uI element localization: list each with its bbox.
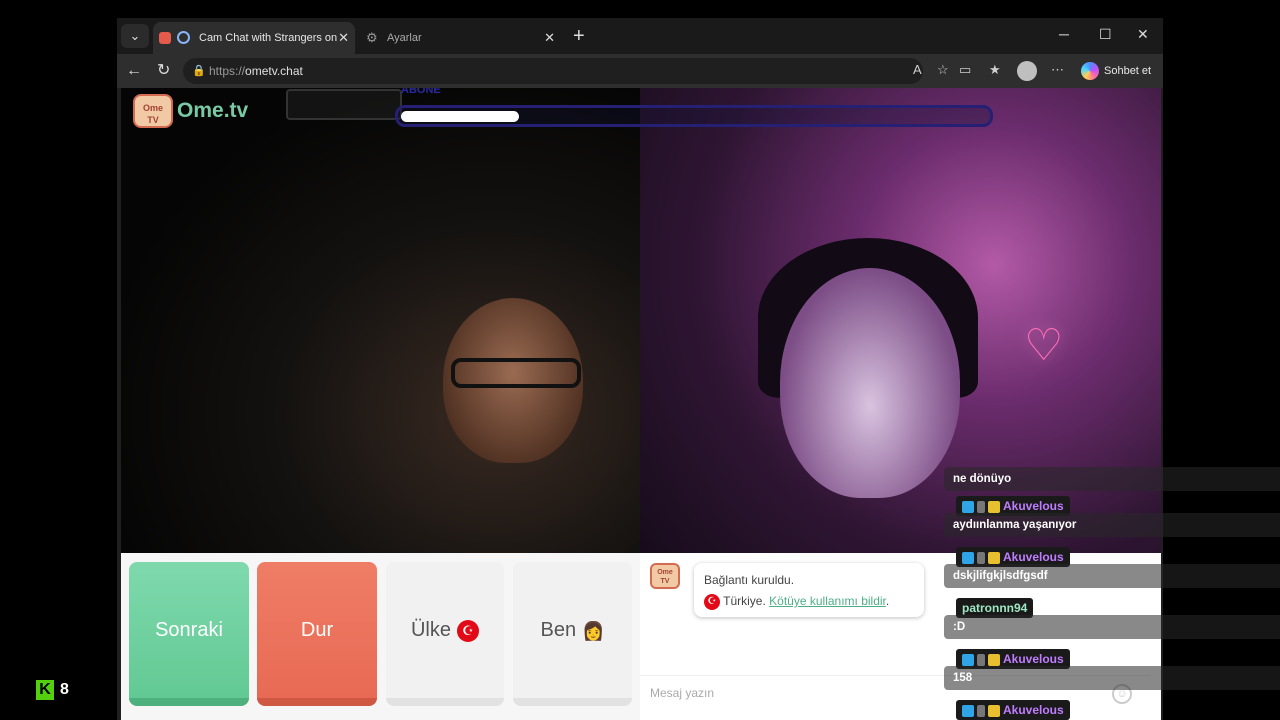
local-camera-video	[121, 88, 640, 553]
tab-actions-button[interactable]: ⌄	[121, 24, 149, 48]
badge-icon	[977, 551, 985, 564]
ometv-favicon-icon	[159, 32, 171, 44]
country-line: ☪ Türkiye. Kötüye kullanımı bildir.	[704, 591, 914, 612]
ometv-chat-icon: Ome TV	[650, 563, 680, 589]
copilot-button[interactable]: Sohbet et	[1081, 62, 1151, 80]
address-bar[interactable]: 🔒 https://ometv.chat	[183, 58, 923, 84]
profile-avatar[interactable]	[1017, 61, 1037, 81]
url-protocol: https://	[209, 64, 246, 78]
me-button[interactable]: Ben 👩	[513, 562, 632, 706]
subscriber-progress-bar	[395, 105, 993, 127]
badge-icon	[962, 551, 974, 564]
tab-ometv[interactable]: Cam Chat with Strangers on O ✕	[153, 22, 355, 54]
message-placeholder: Mesaj yazın	[650, 686, 715, 700]
tab-settings[interactable]: ⚙ Ayarlar ✕	[361, 22, 561, 54]
stop-button[interactable]: Dur	[257, 562, 377, 706]
new-tab-button[interactable]: +	[573, 24, 585, 48]
stream-chat-message: :D	[944, 615, 1280, 639]
tab-bar: ⌄ Cam Chat with Strangers on O ✕ ⚙ Ayarl…	[117, 18, 1163, 54]
country-button[interactable]: Ülke ☪	[386, 562, 504, 706]
crown-icon	[988, 551, 1000, 564]
url-host: ometv.chat	[245, 64, 303, 78]
turkey-flag-icon: ☪	[457, 619, 479, 642]
badge-icon	[977, 500, 985, 513]
reload-button[interactable]: ↻	[157, 60, 170, 82]
woman-emoji-icon: 👩	[582, 620, 605, 641]
copilot-icon	[1081, 62, 1099, 80]
connected-text: Bağlantı kuruldu.	[704, 573, 795, 587]
tab-title: Ayarlar	[387, 32, 422, 44]
favorites-icon[interactable]: ★	[989, 62, 1001, 78]
heart-neon-icon: ♡	[1024, 321, 1064, 370]
gear-icon: ⚙	[366, 30, 378, 45]
kick-counter: K 8	[36, 680, 69, 700]
camera-icon[interactable]: ▭	[959, 62, 971, 78]
subscriber-label: ABONE	[401, 88, 441, 96]
read-aloud-icon[interactable]: A	[913, 62, 922, 77]
badge-icon	[962, 500, 974, 513]
logo-name: Ome.tv	[177, 99, 249, 122]
country-label: Ülke	[410, 619, 451, 641]
system-message: Bağlantı kuruldu. ☪ Türkiye. Kötüye kull…	[694, 563, 924, 617]
kick-logo-icon: K	[36, 680, 54, 700]
tab-group-icon	[177, 31, 190, 44]
back-button[interactable]: ←	[126, 60, 142, 82]
crown-icon	[988, 653, 1000, 666]
crown-icon	[988, 704, 1000, 717]
control-panel: Sonraki Dur Ülke ☪ Ben 👩	[121, 553, 640, 720]
badge-icon	[977, 653, 985, 666]
stream-chat-overlay: ne dönüyo Akuvelous aydıınlanma yaşanıyo…	[944, 467, 1280, 720]
turkey-flag-icon: ☪	[704, 593, 720, 610]
stream-chat-message: aydıınlanma yaşanıyor	[944, 513, 1280, 537]
minimize-button[interactable]: ─	[1059, 26, 1069, 42]
badge-icon	[962, 704, 974, 717]
subscriber-progress-fill	[401, 111, 520, 122]
next-button[interactable]: Sonraki	[129, 562, 249, 706]
address-toolbar: ← ↻ 🔒 https://ometv.chat A ☆ ▭ ★ ⋯ Sohbe…	[117, 54, 1163, 88]
stream-chat-message: dskjlifgkjlsdfgsdf	[944, 564, 1280, 588]
remote-person	[780, 268, 960, 498]
me-label: Ben	[540, 619, 577, 641]
close-icon[interactable]: ✕	[338, 22, 349, 54]
close-icon[interactable]: ✕	[544, 22, 555, 54]
ometv-logo: Ome TV Ome.tv	[133, 94, 248, 128]
window-close-button[interactable]: ✕	[1137, 26, 1149, 43]
copilot-label: Sohbet et	[1104, 65, 1152, 77]
more-icon[interactable]: ⋯	[1051, 62, 1064, 78]
logo-tv-icon: Ome TV	[133, 94, 173, 128]
maximize-button[interactable]: ☐	[1099, 26, 1112, 43]
glasses	[451, 358, 581, 388]
lock-icon: 🔒	[192, 65, 206, 77]
favorite-star-icon[interactable]: ☆	[937, 62, 949, 78]
stream-chat-message: 158	[944, 666, 1280, 690]
stream-chat-message: ne dönüyo	[944, 467, 1280, 491]
stream-overlay-box	[286, 89, 402, 120]
stream-chat-username: Akuvelous	[956, 700, 1070, 720]
report-abuse-link[interactable]: Kötüye kullanımı bildir	[769, 594, 886, 608]
crown-icon	[988, 500, 1000, 513]
badge-icon	[962, 653, 974, 666]
country-text: Türkiye.	[723, 594, 766, 608]
badge-icon	[977, 704, 985, 717]
tab-title: Cam Chat with Strangers on O	[199, 32, 337, 44]
counter-value: 8	[60, 681, 69, 698]
